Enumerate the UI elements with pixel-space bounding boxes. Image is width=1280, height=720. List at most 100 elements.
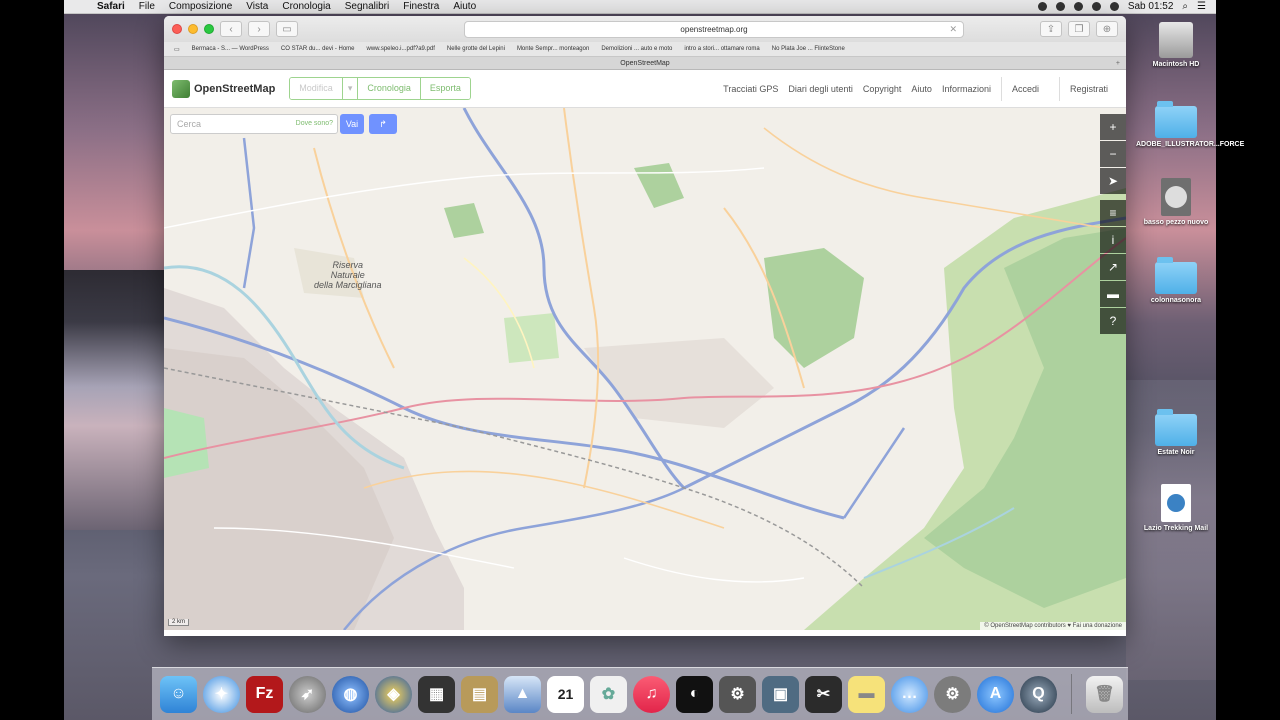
- login-button[interactable]: Accedi: [1000, 76, 1049, 101]
- notes-icon[interactable]: ▤: [461, 675, 498, 713]
- photos-icon[interactable]: ✿: [590, 675, 627, 713]
- tab-openstreetmap[interactable]: OpenStreetMap: [620, 60, 669, 67]
- launchpad-icon[interactable]: ➶: [289, 675, 326, 713]
- nav-user-diaries[interactable]: Diari degli utenti: [788, 84, 853, 94]
- edit-dropdown-icon[interactable]: ▾: [342, 78, 359, 99]
- google-earth-icon[interactable]: ◍: [332, 675, 369, 713]
- new-tab-icon[interactable]: +: [1116, 57, 1120, 70]
- gpu-icon[interactable]: ⚙: [719, 675, 756, 713]
- search-placeholder: Cerca: [177, 119, 202, 129]
- bookmark-item[interactable]: Bermaca - S... — WordPress: [192, 46, 269, 52]
- bookmark-item[interactable]: Nelle grotte del Lepini: [447, 46, 505, 52]
- tabs-overview-icon[interactable]: ❐: [1068, 21, 1090, 37]
- bluetooth-icon[interactable]: [1055, 2, 1065, 11]
- safari-icon[interactable]: ✦: [203, 675, 240, 713]
- share-icon[interactable]: ⇪: [1040, 21, 1062, 37]
- osm-logo[interactable]: OpenStreetMap: [172, 79, 276, 98]
- quicktime-icon[interactable]: Q: [1020, 675, 1057, 713]
- bookmark-item[interactable]: www.speleo.i...pdf?a9.pdf: [367, 46, 435, 52]
- finder-icon[interactable]: ☺: [160, 675, 197, 713]
- image-capture-icon[interactable]: ▣: [762, 675, 799, 713]
- nav-copyright[interactable]: Copyright: [863, 84, 902, 94]
- map-key-icon[interactable]: i: [1100, 227, 1126, 253]
- back-button[interactable]: ‹: [220, 21, 242, 37]
- desktop-icon-folder[interactable]: Estate Noir: [1136, 409, 1216, 457]
- bookmark-item[interactable]: intro a stori... ottamare roma: [684, 46, 759, 52]
- menu-edit[interactable]: Composizione: [162, 0, 239, 14]
- menu-view[interactable]: Vista: [239, 0, 275, 14]
- add-note-icon[interactable]: ▬: [1100, 281, 1126, 307]
- osm-brand-text: OpenStreetMap: [194, 82, 276, 95]
- edit-button[interactable]: Modifica: [290, 78, 343, 99]
- desktop-icon-folder[interactable]: ADOBE_ILLUSTRATOR...FORCE: [1136, 101, 1244, 149]
- minimize-window-button[interactable]: [188, 24, 198, 34]
- search-input[interactable]: Cerca Dove sono?: [170, 114, 338, 134]
- zoom-in-icon[interactable]: +: [1100, 114, 1126, 140]
- wifi-icon[interactable]: [1073, 2, 1083, 11]
- final-cut-icon[interactable]: ✂: [805, 675, 842, 713]
- zoom-out-icon[interactable]: −: [1100, 141, 1126, 167]
- bookmark-item[interactable]: Monte Sempr... monteagon: [517, 46, 589, 52]
- export-button[interactable]: Esporta: [420, 78, 470, 99]
- menu-app[interactable]: Safari: [90, 0, 132, 14]
- desktop-icon-macintosh-hd[interactable]: Macintosh HD: [1136, 22, 1216, 69]
- osm-logo-icon: [172, 79, 190, 98]
- bookmark-item[interactable]: No Plata Joe ... FlinteStone: [772, 46, 845, 52]
- menu-window[interactable]: Finestra: [396, 0, 446, 14]
- menu-help[interactable]: Aiuto: [446, 0, 483, 14]
- clock[interactable]: Sab 01:52: [1128, 1, 1174, 12]
- notification-center-icon[interactable]: ☰: [1197, 1, 1206, 12]
- map-canvas[interactable]: Riserva Naturale della Marcigliana Cerca…: [164, 108, 1126, 630]
- layers-icon[interactable]: ≡: [1100, 200, 1126, 226]
- share-map-icon[interactable]: ↗: [1100, 254, 1126, 280]
- menu-file[interactable]: File: [132, 0, 162, 14]
- bookmark-item[interactable]: CO STAR du... devi - Home: [281, 46, 355, 52]
- system-preferences-icon[interactable]: ⚙: [934, 675, 971, 713]
- preview-icon[interactable]: ▲: [504, 675, 541, 713]
- downloads-icon[interactable]: ⊕: [1096, 21, 1118, 37]
- itunes-icon[interactable]: ♫: [633, 675, 670, 713]
- address-bar[interactable]: openstreetmap.org ✕: [464, 20, 964, 38]
- desktop-icon-document[interactable]: Lazio Trekking Mail: [1136, 484, 1216, 533]
- sidebar-toggle-icon[interactable]: ▭: [276, 21, 298, 37]
- tab-bar: OpenStreetMap +: [164, 56, 1126, 70]
- search-go-button[interactable]: Vai: [340, 114, 364, 134]
- app-store-icon[interactable]: A: [977, 675, 1014, 713]
- query-features-icon[interactable]: ?: [1100, 308, 1126, 334]
- signup-button[interactable]: Registrati: [1058, 76, 1118, 101]
- attribution[interactable]: © OpenStreetMap contributors ♥ Fai una d…: [980, 622, 1126, 630]
- folder-icon: [1155, 257, 1197, 294]
- directions-icon[interactable]: ↱: [369, 114, 397, 134]
- status-icon[interactable]: [1037, 2, 1047, 11]
- photo-booth-icon[interactable]: ▦: [418, 675, 455, 713]
- osm-mode-buttons: Modifica ▾ Cronologia Esporta: [289, 77, 471, 100]
- battery-icon[interactable]: [1109, 2, 1119, 11]
- nav-gps-traces[interactable]: Tracciati GPS: [723, 84, 778, 94]
- filezilla-icon[interactable]: Fz: [246, 675, 283, 713]
- stickies-icon[interactable]: ▬: [848, 675, 885, 713]
- messages-icon[interactable]: …: [891, 675, 928, 713]
- bookmark-item[interactable]: Demolizioni ... auto e moto: [601, 46, 672, 52]
- nav-help[interactable]: Aiuto: [911, 84, 932, 94]
- folder-icon: [1155, 101, 1197, 138]
- calendar-icon[interactable]: 21: [547, 675, 584, 713]
- volume-icon[interactable]: [1091, 2, 1101, 11]
- compass-icon[interactable]: ◈: [375, 675, 412, 713]
- nav-about[interactable]: Informazioni: [942, 84, 991, 94]
- locate-icon[interactable]: ➤: [1100, 168, 1126, 194]
- spotlight-icon[interactable]: ⌕: [1182, 1, 1188, 12]
- forward-button[interactable]: ›: [248, 21, 270, 37]
- where-am-i-link[interactable]: Dove sono?: [296, 120, 333, 127]
- desktop-icon-disc[interactable]: basso pezzo nuovo: [1136, 178, 1216, 227]
- letterbox-left: [0, 0, 64, 720]
- menu-bookmarks[interactable]: Segnalibri: [338, 0, 396, 14]
- reading-list-icon[interactable]: ▭: [174, 46, 180, 53]
- logic-icon[interactable]: ◐: [676, 675, 713, 713]
- zoom-window-button[interactable]: [204, 24, 214, 34]
- history-button[interactable]: Cronologia: [358, 78, 421, 99]
- menu-history[interactable]: Cronologia: [275, 0, 337, 14]
- desktop-icon-folder[interactable]: colonnasonora: [1136, 257, 1216, 305]
- close-window-button[interactable]: [172, 24, 182, 34]
- stop-loading-icon[interactable]: ✕: [949, 24, 957, 35]
- trash-icon[interactable]: 🗑: [1086, 675, 1123, 713]
